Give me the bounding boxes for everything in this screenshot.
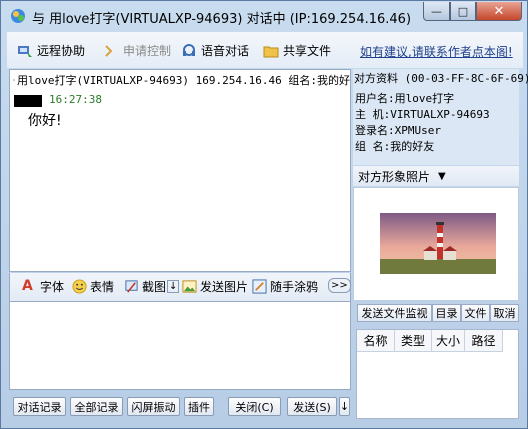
font-button[interactable]: A 字体 [22, 278, 64, 295]
close-window-button[interactable]: ✕ [476, 2, 522, 21]
photo-title: 对方形象照片 [358, 169, 431, 184]
chat-header-text: 用love打字(VIRTUALXP-94693) 169.254.16.46 组… [16, 74, 350, 87]
maximize-button[interactable]: □ [450, 2, 476, 21]
screenshot-button[interactable]: 截图 ↓ [124, 278, 180, 295]
title-bar[interactable]: 与 用love打字(VIRTUALXP-94693) 对话中 (IP:169.2… [1, 1, 527, 31]
more-tools-button[interactable]: >> [328, 278, 351, 293]
message-timestamp: 16:27:38 [49, 93, 102, 106]
window-title: 与 用love打字(VIRTUALXP-94693) 对话中 (IP:169.2… [32, 12, 412, 27]
column-header-size[interactable]: 大小 [432, 330, 465, 352]
font-icon: A [22, 278, 33, 294]
chat-log-button[interactable]: 对话记录 [13, 397, 66, 416]
tab-directory[interactable]: 目录 [432, 304, 461, 322]
column-header-type[interactable]: 类型 [395, 330, 432, 352]
peer-profile-panel: 对方资料 (00-03-FF-8C-6F-69) 用户名:用love打字 主 机… [353, 69, 528, 165]
format-toolbar: A 字体 表情 截图 ↓ 发送图片 随手涂鸦 >> [9, 273, 351, 301]
redacted-sender-name [14, 95, 42, 107]
voice-chat-button[interactable]: 语音对话 [181, 42, 249, 59]
app-icon [11, 9, 25, 23]
suggestion-link[interactable]: 如有建议,请联系作者点本阁! [360, 43, 513, 60]
headset-icon [183, 43, 195, 56]
share-files-button[interactable]: 共享文件 [263, 42, 331, 59]
brush-icon [252, 279, 267, 294]
chat-header: 用love打字(VIRTUALXP-94693) 169.254.16.46 组… [10, 70, 350, 90]
share-files-label: 共享文件 [283, 44, 332, 58]
remote-assist-label: 远程协助 [37, 44, 86, 58]
plugins-button[interactable]: 插件 [184, 397, 214, 416]
emoji-button[interactable]: 表情 [72, 278, 114, 295]
profile-host: 主 机:VIRTUALXP-94693 [355, 108, 490, 121]
file-list-table[interactable]: 名称 类型 大小 路径 [356, 329, 519, 419]
flash-shake-button[interactable]: 闪屏振动 [127, 397, 180, 416]
chat-window: 与 用love打字(VIRTUALXP-94693) 对话中 (IP:169.2… [0, 0, 528, 429]
peer-photo [380, 213, 496, 274]
photo-frame [353, 187, 519, 301]
column-header-path[interactable]: 路径 [465, 330, 503, 352]
folder-icon [263, 46, 279, 57]
profile-group: 组 名:我的好友 [355, 140, 435, 153]
screenshot-icon [125, 280, 138, 293]
screenshot-label: 截图 [142, 280, 167, 294]
smiley-icon [72, 279, 87, 294]
profile-login: 登录名:XPMUser [355, 124, 441, 137]
file-transfer-tabs: 发送文件监视 目录 文件 取消 [354, 304, 520, 322]
tab-cancel[interactable]: 取消 [490, 304, 519, 322]
minimize-button[interactable]: — [423, 2, 450, 21]
chevron-down-icon[interactable]: ▼ [438, 171, 446, 182]
column-header-name[interactable]: 名称 [357, 330, 395, 352]
send-button[interactable]: 发送(S) [287, 397, 337, 416]
screenshot-dropdown-arrow[interactable]: ↓ [167, 280, 180, 293]
font-label: 字体 [40, 280, 65, 294]
chat-history[interactable]: 用love打字(VIRTUALXP-94693) 169.254.16.46 组… [9, 69, 351, 272]
remote-assist-button[interactable]: 远程协助 [17, 42, 85, 59]
close-chat-button[interactable]: 关闭(C) [228, 397, 281, 416]
send-options-arrow[interactable]: ↓ [339, 397, 350, 416]
send-image-button[interactable]: 发送图片 [182, 278, 248, 295]
all-logs-button[interactable]: 全部记录 [70, 397, 123, 416]
message-text: 你好! [28, 113, 62, 129]
send-image-label: 发送图片 [200, 280, 249, 294]
profile-username: 用户名:用love打字 [355, 92, 455, 105]
message-input[interactable] [9, 301, 351, 390]
tab-send-file-monitor[interactable]: 发送文件监视 [357, 304, 432, 322]
request-control-label: 申请控制 [123, 44, 172, 58]
profile-title: 对方资料 (00-03-FF-8C-6F-69) [354, 72, 528, 85]
emoji-label: 表情 [90, 280, 115, 294]
main-toolbar: 远程协助 申请控制 语音对话 共享文件 如有建议,请联系作者点本阁! [7, 32, 523, 68]
user-icon [13, 79, 15, 81]
photo-header[interactable]: 对方形象照片 ▼ [353, 166, 519, 186]
request-control-button[interactable]: 申请控制 [103, 42, 171, 59]
tab-file[interactable]: 文件 [461, 304, 490, 322]
remote-assist-icon [18, 45, 32, 57]
doodle-button[interactable]: 随手涂鸦 [252, 278, 318, 295]
arrows-icon [105, 44, 113, 57]
image-icon [182, 280, 197, 293]
doodle-label: 随手涂鸦 [270, 280, 319, 294]
voice-chat-label: 语音对话 [201, 44, 250, 58]
